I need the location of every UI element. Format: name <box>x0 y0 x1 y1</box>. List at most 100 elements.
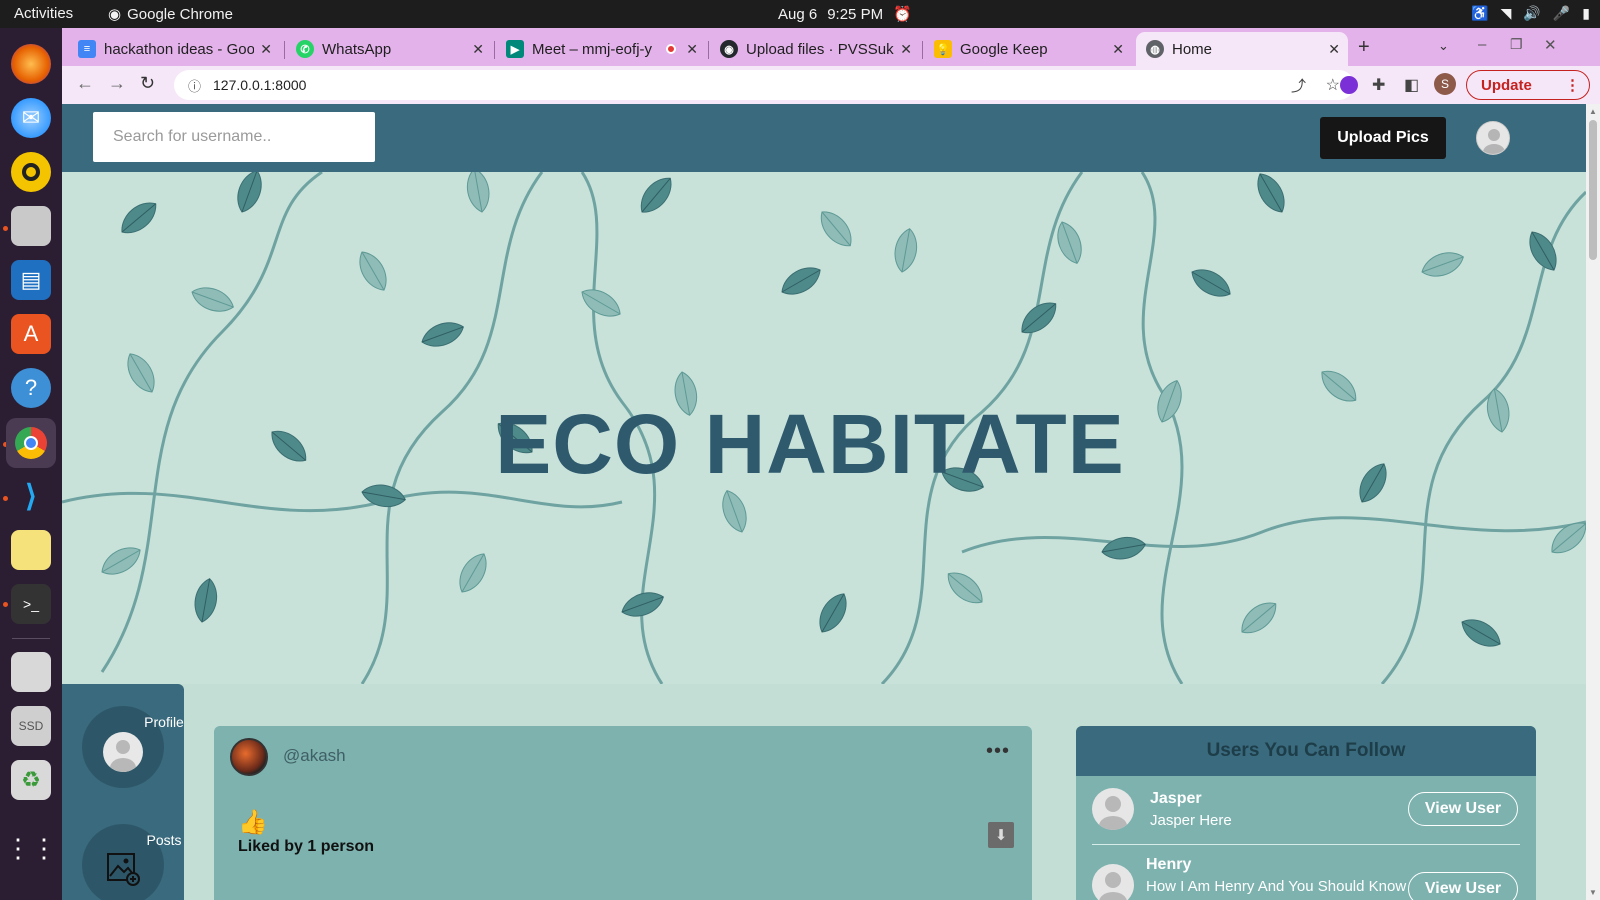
rhythmbox-icon[interactable] <box>11 152 51 192</box>
upload-pics-button[interactable]: Upload Pics <box>1320 117 1446 159</box>
writer-icon[interactable]: ▤ <box>11 260 51 300</box>
back-icon[interactable]: ← <box>76 73 94 94</box>
sticky-notes-icon[interactable] <box>11 530 51 570</box>
files-icon[interactable] <box>11 206 51 246</box>
tab-search-icon[interactable]: ⌄ <box>1438 38 1449 54</box>
chrome-dock-icon[interactable] <box>6 418 56 468</box>
browser-window: ≡ hackathon ideas - Goo ✕ ✆ WhatsApp ✕ ▶… <box>62 28 1600 900</box>
posts-image-icon <box>107 853 140 886</box>
tab-google-keep[interactable]: 💡 Google Keep ✕ <box>924 32 1132 66</box>
ssd-icon[interactable]: SSD <box>11 706 51 746</box>
help-icon[interactable]: ? <box>11 368 51 408</box>
activities-button[interactable]: Activities <box>14 5 73 22</box>
date-text: Aug 6 <box>778 5 818 23</box>
trash-icon[interactable]: ♻ <box>11 760 51 800</box>
time-text: 9:25 PM <box>827 5 884 23</box>
likes-count: Liked by 1 person <box>238 838 375 855</box>
reload-icon[interactable]: ↻ <box>140 73 155 94</box>
forward-icon[interactable]: → <box>108 73 126 94</box>
user-bio: How I Am Henry And You Should Know <box>1146 878 1407 895</box>
app-center-icon[interactable]: A <box>11 314 51 354</box>
hero-banner: ECO HABITATE <box>62 172 1586 684</box>
view-user-button[interactable]: View User <box>1408 792 1518 826</box>
app-name: Google Chrome <box>127 5 233 23</box>
restore-icon[interactable]: ❐ <box>1510 36 1523 53</box>
update-label: Update <box>1481 76 1532 94</box>
user-avatar-icon[interactable] <box>1476 121 1510 155</box>
globe-icon: ◍ <box>1146 40 1164 58</box>
close-icon[interactable]: ✕ <box>472 41 484 58</box>
tab-home[interactable]: ◍ Home ✕ <box>1136 32 1348 66</box>
scrollbar-thumb[interactable] <box>1589 120 1597 260</box>
firefox-icon[interactable] <box>11 44 51 84</box>
post-author-avatar[interactable] <box>230 738 268 776</box>
accessibility-icon: ♿ <box>1471 5 1489 21</box>
tab-label: Meet – mmj-eofj-y <box>532 40 653 58</box>
terminal-icon[interactable]: >_ <box>11 584 51 624</box>
address-bar[interactable]: ⓘ 127.0.0.1:8000 ⤴ ☆ <box>174 70 1354 100</box>
dock-separator <box>12 638 50 639</box>
scroll-down-icon[interactable]: ▼ <box>1589 888 1597 897</box>
share-icon[interactable]: ⤴ <box>1291 75 1306 96</box>
tab-upload-files[interactable]: ◉ Upload files · PVSSuk ✕ <box>710 32 920 66</box>
running-indicator <box>3 226 8 231</box>
close-icon[interactable]: ✕ <box>1328 41 1340 58</box>
close-window-icon[interactable]: ✕ <box>1544 36 1557 54</box>
scroll-up-icon[interactable]: ▲ <box>1589 107 1597 116</box>
close-icon[interactable]: ✕ <box>260 41 272 58</box>
post-card: @akash ••• 👍 Liked by 1 person ⬇ <box>214 726 1032 900</box>
more-options-icon[interactable]: ••• <box>986 740 1010 763</box>
side-panel-icon[interactable]: ◧ <box>1404 75 1419 95</box>
user-bio: Jasper Here <box>1150 812 1232 829</box>
tab-hackathon-ideas[interactable]: ≡ hackathon ideas - Goo ✕ <box>68 32 280 66</box>
sidebar-item-posts[interactable]: Posts <box>82 824 182 900</box>
users-to-follow-card: Users You Can Follow Jasper Jasper Here … <box>1076 726 1536 900</box>
bookmark-star-icon[interactable]: ☆ <box>1326 75 1340 95</box>
download-icon[interactable]: ⬇ <box>988 822 1014 848</box>
user-name: Jasper <box>1150 790 1202 807</box>
kebab-menu-icon[interactable]: ⋮ <box>1565 76 1580 94</box>
vscode-icon[interactable]: ⟩ <box>11 476 51 516</box>
show-apps-icon[interactable]: ⋮⋮ <box>5 828 57 868</box>
minimize-icon[interactable]: – <box>1478 36 1486 53</box>
system-tray[interactable]: ♿ ◥ 🔊 🎤 ▮ <box>1471 5 1590 22</box>
profile-avatar-icon <box>103 732 143 772</box>
thunderbird-icon[interactable]: ✉ <box>11 98 51 138</box>
battery-icon: ▮ <box>1582 5 1590 21</box>
view-user-button[interactable]: View User <box>1408 872 1518 900</box>
tab-label: hackathon ideas - Goo <box>104 40 254 58</box>
left-sidebar: Profile Posts <box>62 684 184 900</box>
meet-icon: ▶ <box>506 40 524 58</box>
update-button[interactable]: Update ⋮ <box>1466 70 1590 100</box>
username-search-input[interactable] <box>93 112 375 162</box>
list-item: Jasper Jasper Here View User <box>1076 776 1536 846</box>
tab-whatsapp[interactable]: ✆ WhatsApp ✕ <box>286 32 492 66</box>
microphone-icon: 🎤 <box>1552 5 1571 21</box>
page-scrollbar[interactable]: ▲ ▼ <box>1586 104 1600 900</box>
drive-icon[interactable] <box>11 652 51 692</box>
site-info-icon[interactable]: ⓘ <box>188 76 201 95</box>
profile-avatar[interactable]: S <box>1434 73 1456 95</box>
extensions-puzzle-icon[interactable]: ✚ <box>1372 75 1385 95</box>
tab-meet[interactable]: ▶ Meet – mmj-eofj-y ✕ <box>496 32 706 66</box>
url-text: 127.0.0.1:8000 <box>213 77 307 93</box>
tab-divider <box>284 41 285 59</box>
close-icon[interactable]: ✕ <box>900 41 912 58</box>
close-icon[interactable]: ✕ <box>686 41 698 58</box>
post-username[interactable]: @akash <box>283 746 346 766</box>
web-page: Upload Pics <box>62 104 1586 900</box>
site-header: Upload Pics <box>62 104 1586 172</box>
app-menu[interactable]: ◉ Google Chrome <box>108 5 233 24</box>
clock[interactable]: Aug 6 9:25 PM ⏰ <box>778 5 912 24</box>
close-icon[interactable]: ✕ <box>1112 41 1124 58</box>
volume-icon: 🔊 <box>1523 5 1541 21</box>
tab-label: Home <box>1172 40 1213 58</box>
extension-icon[interactable] <box>1340 76 1358 94</box>
sidebar-item-profile[interactable]: Profile <box>82 706 184 788</box>
avatar <box>1092 864 1134 900</box>
new-tab-icon[interactable]: + <box>1358 36 1370 59</box>
divider <box>1092 844 1520 845</box>
thumbs-up-icon[interactable]: 👍 <box>238 808 268 837</box>
sidebar-item-label: Posts <box>146 832 182 848</box>
browser-toolbar: ← → ↻ ⓘ 127.0.0.1:8000 ⤴ ☆ ✚ ◧ S Update … <box>62 66 1600 104</box>
